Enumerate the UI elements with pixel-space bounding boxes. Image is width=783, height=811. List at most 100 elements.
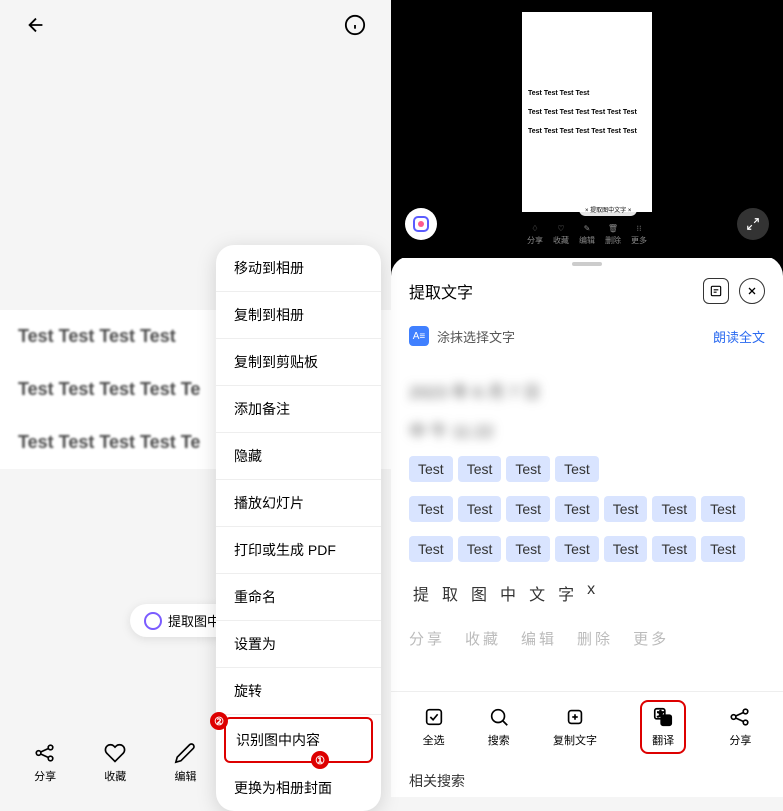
- preview-area: Test Test Test Test Test Test Test Test …: [391, 0, 783, 258]
- svg-text:A: A: [664, 717, 669, 724]
- lens-icon: [144, 612, 162, 630]
- nav-share-label: 分享: [729, 732, 751, 748]
- nav-favorite-label: 收藏: [104, 768, 126, 784]
- plain-token[interactable]: 取: [438, 576, 462, 610]
- action-delete[interactable]: 删除: [577, 628, 613, 649]
- token[interactable]: Test: [701, 536, 745, 562]
- right-screenshot: Test Test Test Test Test Test Test Test …: [391, 0, 783, 797]
- extracted-time[interactable]: 中 午 11:22: [409, 417, 765, 442]
- menu-copy-clipboard[interactable]: 复制到剪贴板: [216, 339, 381, 386]
- nav-share[interactable]: 分享: [34, 741, 56, 784]
- token[interactable]: Test: [701, 496, 745, 522]
- heart-icon: [104, 741, 126, 765]
- translate-icon: 文A: [652, 706, 674, 728]
- nav-translate[interactable]: 文A 翻译: [640, 700, 686, 754]
- nav-share-right[interactable]: 分享: [729, 706, 751, 748]
- instruction: A≡ 涂抹选择文字: [409, 326, 515, 346]
- menu-slideshow[interactable]: 播放幻灯片: [216, 480, 381, 527]
- plain-token[interactable]: 图: [467, 576, 491, 610]
- extracted-date[interactable]: 2023 年 6 月 7 日: [409, 378, 765, 403]
- token[interactable]: Test: [604, 536, 648, 562]
- token[interactable]: Test: [409, 496, 453, 522]
- token[interactable]: Test: [652, 496, 696, 522]
- plain-token[interactable]: 提: [409, 576, 433, 610]
- nav-search-label: 搜索: [488, 732, 510, 748]
- nav-favorite[interactable]: 收藏: [104, 741, 126, 784]
- token[interactable]: Test: [555, 496, 599, 522]
- note-button[interactable]: [703, 278, 729, 304]
- token[interactable]: Test: [506, 536, 550, 562]
- preview-line: Test Test Test Test Test Test Test: [528, 128, 646, 135]
- plain-token-row: 提 取 图 中 文 字 x: [409, 576, 765, 610]
- menu-copy-to-album[interactable]: 复制到相册: [216, 292, 381, 339]
- back-button[interactable]: [24, 13, 48, 37]
- plain-token[interactable]: 文: [525, 576, 549, 610]
- token[interactable]: Test: [458, 456, 502, 482]
- action-more[interactable]: 更多: [633, 628, 669, 649]
- token-row: Test Test Test Test: [409, 456, 765, 482]
- token[interactable]: Test: [506, 496, 550, 522]
- nav-select-all-label: 全选: [423, 732, 445, 748]
- share-icon: [34, 741, 56, 765]
- menu-set-as[interactable]: 设置为: [216, 621, 381, 668]
- preview-line: Test Test Test Test Test Test Test: [528, 109, 646, 116]
- nav-search[interactable]: 搜索: [488, 706, 510, 748]
- token[interactable]: Test: [506, 456, 550, 482]
- token[interactable]: Test: [555, 456, 599, 482]
- menu-set-cover[interactable]: 更换为相册封面: [216, 765, 381, 811]
- preview-line: Test Test Test Test: [528, 90, 646, 97]
- nav-edit-label: 编辑: [174, 768, 196, 784]
- nav-edit[interactable]: 编辑: [174, 741, 196, 784]
- search-icon: [488, 706, 510, 728]
- menu-rotate[interactable]: 旋转: [216, 668, 381, 715]
- preview-tb-share[interactable]: ♢分享: [527, 224, 543, 246]
- select-all-icon: [423, 706, 445, 728]
- more-menu: 移动到相册 复制到相册 复制到剪贴板 添加备注 隐藏 播放幻灯片 打印或生成 P…: [216, 245, 381, 811]
- lens-icon: [413, 216, 429, 232]
- token[interactable]: Test: [604, 496, 648, 522]
- lens-button[interactable]: [405, 208, 437, 240]
- token[interactable]: Test: [458, 496, 502, 522]
- preview-tb-fav[interactable]: ♡收藏: [553, 224, 569, 246]
- preview-image[interactable]: Test Test Test Test Test Test Test Test …: [522, 12, 652, 212]
- sheet-header: 提取文字: [391, 266, 783, 316]
- right-bottom-nav: 全选 搜索 复制文字 文A 翻译 分享: [391, 691, 783, 761]
- action-edit[interactable]: 编辑: [521, 628, 557, 649]
- info-button[interactable]: [343, 13, 367, 37]
- menu-move-to-album[interactable]: 移动到相册: [216, 245, 381, 292]
- related-search[interactable]: 相关搜索: [391, 761, 783, 797]
- token-row: Test Test Test Test Test Test Test: [409, 496, 765, 522]
- plain-token[interactable]: 中: [496, 576, 520, 610]
- nav-copy-label: 复制文字: [553, 732, 597, 748]
- read-aloud-button[interactable]: 朗读全文: [713, 327, 765, 346]
- nav-copy-text[interactable]: 复制文字: [553, 706, 597, 748]
- menu-rename[interactable]: 重命名: [216, 574, 381, 621]
- token[interactable]: Test: [409, 536, 453, 562]
- callout-badge-1: ①: [311, 751, 329, 769]
- close-button[interactable]: [739, 278, 765, 304]
- token[interactable]: Test: [409, 456, 453, 482]
- token[interactable]: Test: [555, 536, 599, 562]
- sheet-actions: [703, 278, 765, 304]
- nav-translate-label: 翻译: [652, 732, 674, 748]
- nav-select-all[interactable]: 全选: [423, 706, 445, 748]
- preview-extract-pill[interactable]: × 提取图中文字 ×: [579, 203, 637, 216]
- plain-token[interactable]: 字: [554, 576, 578, 610]
- preview-tb-edit[interactable]: ✎编辑: [579, 224, 595, 246]
- action-favorite[interactable]: 收藏: [465, 628, 501, 649]
- plain-token[interactable]: x: [583, 576, 599, 610]
- extract-text-sheet: 提取文字 A≡ 涂抹选择文字 朗读全文 2023 年 6 月 7 日 中 午 1…: [391, 256, 783, 797]
- menu-print-pdf[interactable]: 打印或生成 PDF: [216, 527, 381, 574]
- token[interactable]: Test: [652, 536, 696, 562]
- expand-button[interactable]: [737, 208, 769, 240]
- preview-tb-more[interactable]: ⁝⁝更多: [631, 224, 647, 246]
- token[interactable]: Test: [458, 536, 502, 562]
- menu-recognize-content[interactable]: 识别图中内容: [224, 717, 373, 763]
- copy-icon: [564, 706, 586, 728]
- instruction-row: A≡ 涂抹选择文字 朗读全文: [391, 316, 783, 356]
- menu-add-note[interactable]: 添加备注: [216, 386, 381, 433]
- menu-hide[interactable]: 隐藏: [216, 433, 381, 480]
- preview-tb-del[interactable]: 🗑删除: [605, 224, 621, 246]
- sheet-content: 2023 年 6 月 7 日 中 午 11:22 Test Test Test …: [391, 356, 783, 691]
- action-share[interactable]: 分享: [409, 628, 445, 649]
